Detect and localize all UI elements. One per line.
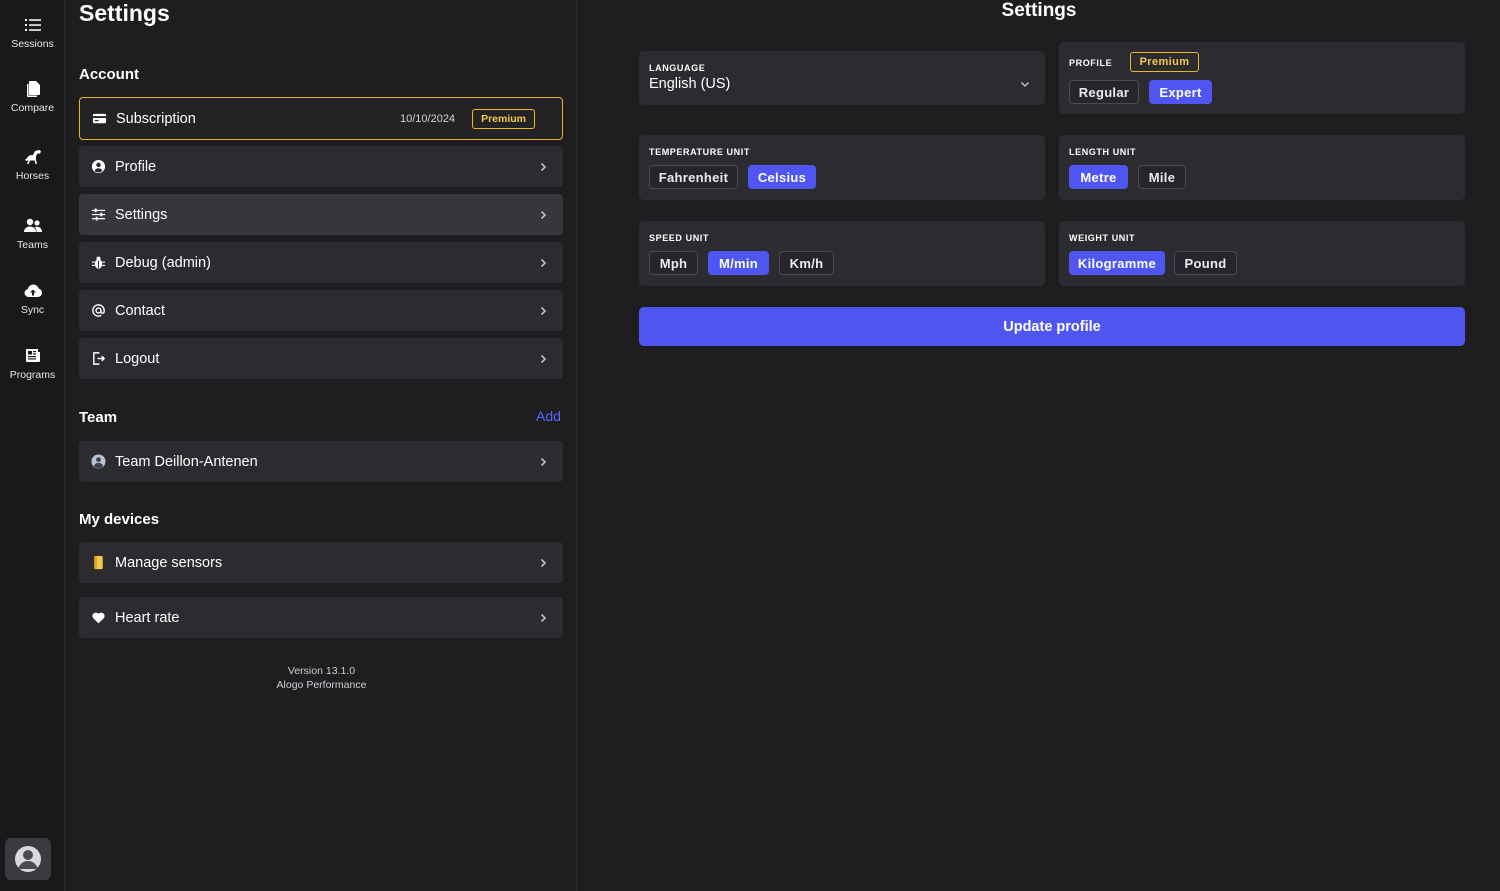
- menu-item-debug[interactable]: Debug (admin): [79, 242, 563, 283]
- chevron-right-icon: [540, 457, 547, 466]
- account-heading: Account: [79, 66, 139, 83]
- menu-item-label: Profile: [115, 158, 157, 175]
- rail-item-sessions[interactable]: Sessions: [0, 15, 65, 50]
- subscription-date: 10/10/2024: [400, 112, 456, 125]
- weight-option-pound[interactable]: Pound: [1174, 251, 1237, 275]
- menu-item-label: Settings: [115, 206, 168, 223]
- team-avatar: [90, 454, 106, 470]
- update-profile-button[interactable]: Update profile: [639, 307, 1465, 346]
- menu-item-label: Heart rate: [115, 609, 180, 626]
- list-icon: [23, 15, 43, 35]
- profile-premium-badge: Premium: [1130, 52, 1199, 72]
- logout-icon: [90, 351, 106, 367]
- speed-option-mph[interactable]: Mph: [649, 251, 698, 275]
- chevron-right-icon: [540, 162, 547, 171]
- premium-badge: Premium: [472, 108, 535, 129]
- language-select[interactable]: LANGUAGE English (US): [639, 51, 1045, 105]
- chevron-right-icon: [540, 306, 547, 315]
- length-option-metre[interactable]: Metre: [1069, 165, 1128, 189]
- credit-card-icon: [91, 111, 107, 127]
- speed-option-mmin[interactable]: M/min: [708, 251, 769, 275]
- rail-label-sessions: Sessions: [11, 38, 54, 50]
- rail-label-programs: Programs: [9, 369, 56, 381]
- menu-item-contact[interactable]: Contact: [79, 290, 563, 331]
- settings-panel-title: Settings: [1001, 0, 1077, 21]
- speed-card: SPEED UNIT Mph M/min Km/h: [639, 221, 1045, 286]
- newspaper-icon: [23, 346, 43, 366]
- menu-item-label: Logout: [115, 350, 160, 367]
- rail-item-teams[interactable]: Teams: [0, 216, 65, 251]
- length-option-mile[interactable]: Mile: [1138, 165, 1186, 189]
- sensor-icon: [90, 555, 106, 571]
- rail-label-teams: Teams: [17, 239, 48, 251]
- profile-card: PROFILE Premium Regular Expert: [1059, 42, 1465, 114]
- menu-item-profile[interactable]: Profile: [79, 146, 563, 187]
- horse-icon: [23, 147, 43, 167]
- page-title: Settings: [79, 0, 170, 26]
- weight-caption: WEIGHT UNIT: [1069, 233, 1136, 243]
- menu-item-heart-rate[interactable]: Heart rate: [79, 597, 563, 638]
- sliders-icon: [90, 207, 106, 223]
- chevron-right-icon: [540, 258, 547, 267]
- subscription-row[interactable]: Subscription 10/10/2024 Premium: [79, 97, 563, 140]
- speed-caption: SPEED UNIT: [649, 233, 710, 243]
- rail-label-compare: Compare: [10, 102, 55, 114]
- user-avatar[interactable]: [5, 838, 51, 880]
- heart-icon: [90, 610, 106, 626]
- team-name: Team Deillon-Antenen: [115, 453, 258, 470]
- rail-item-programs[interactable]: Programs: [0, 346, 65, 381]
- cloud-upload-icon: [23, 281, 43, 301]
- menu-item-label: Contact: [115, 302, 165, 319]
- chevron-right-icon: [540, 354, 547, 363]
- length-caption: LENGTH UNIT: [1069, 147, 1137, 157]
- team-heading: Team: [79, 409, 118, 426]
- users-icon: [23, 216, 43, 236]
- chevron-down-icon: [1020, 81, 1030, 88]
- avatar-image: [15, 846, 41, 872]
- navigation-rail: Sessions Compare Horses Teams Sync Progr…: [0, 0, 65, 891]
- add-team-link[interactable]: Add: [536, 408, 561, 424]
- weight-option-kilogramme[interactable]: Kilogramme: [1069, 251, 1165, 275]
- rail-item-compare[interactable]: Compare: [0, 79, 65, 114]
- settings-menu: Settings Account Subscription 10/10/2024…: [66, 0, 577, 891]
- rail-item-horses[interactable]: Horses: [0, 147, 65, 182]
- temperature-card: TEMPERATURE UNIT Fahrenheit Celsius: [639, 135, 1045, 200]
- user-circle-icon: [90, 159, 106, 175]
- bug-icon: [90, 255, 106, 271]
- documents-icon: [23, 79, 43, 99]
- rail-item-sync[interactable]: Sync: [0, 281, 65, 316]
- rail-label-horses: Horses: [15, 170, 50, 182]
- menu-item-label: Debug (admin): [115, 254, 211, 271]
- menu-item-label: Manage sensors: [115, 554, 223, 571]
- company-name: Alogo Performance: [276, 679, 367, 691]
- menu-item-manage-sensors[interactable]: Manage sensors: [79, 542, 563, 583]
- rail-label-sync: Sync: [20, 304, 45, 316]
- subscription-label: Subscription: [116, 110, 196, 127]
- language-caption: LANGUAGE: [649, 63, 706, 73]
- weight-card: WEIGHT UNIT Kilogramme Pound: [1059, 221, 1465, 286]
- chevron-right-icon: [540, 558, 547, 567]
- temperature-option-fahrenheit[interactable]: Fahrenheit: [649, 165, 738, 189]
- app-version: Version 13.1.0: [287, 665, 356, 677]
- speed-option-kmh[interactable]: Km/h: [779, 251, 834, 275]
- chevron-right-icon: [540, 613, 547, 622]
- profile-caption: PROFILE: [1069, 58, 1113, 68]
- chevron-right-icon: [540, 210, 547, 219]
- at-icon: [90, 303, 106, 319]
- menu-item-settings[interactable]: Settings: [79, 194, 563, 235]
- devices-heading: My devices: [79, 511, 160, 528]
- language-value: English (US): [649, 76, 731, 92]
- temperature-option-celsius[interactable]: Celsius: [748, 165, 816, 189]
- menu-item-logout[interactable]: Logout: [79, 338, 563, 379]
- profile-option-expert[interactable]: Expert: [1149, 80, 1212, 104]
- temperature-caption: TEMPERATURE UNIT: [649, 147, 750, 157]
- profile-option-regular[interactable]: Regular: [1069, 80, 1139, 104]
- length-card: LENGTH UNIT Metre Mile: [1059, 135, 1465, 200]
- team-row[interactable]: Team Deillon-Antenen: [79, 441, 563, 482]
